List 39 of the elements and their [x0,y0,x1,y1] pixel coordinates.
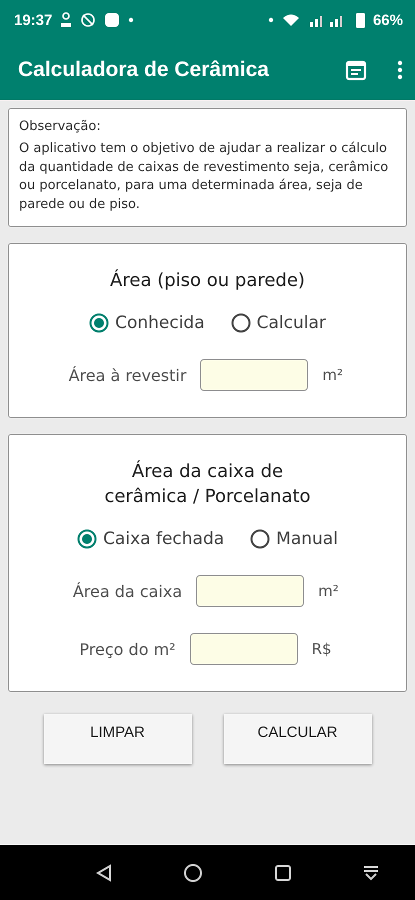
note-title: Observação: [19,119,102,134]
home-icon[interactable] [183,862,204,882]
recents-icon[interactable] [274,864,292,882]
note-text: O aplicativo tem o objetivo de ajudar a realizar o cálculo da quantidade de caixas de revestimento seja, cerâmico ou porcelanato, para uma determinada área, seja de parede ou de piso. [19,140,390,214]
field-label: Área à revestir [68,366,186,384]
battery-icon [356,12,365,28]
section-title: Área (piso ou parede) [110,268,305,293]
radio-button[interactable] [250,529,270,549]
radio-button[interactable] [77,529,98,549]
unit-label: m² [322,366,344,384]
radio-label[interactable]: Manual [276,529,338,549]
app-icon [104,12,120,28]
back-icon[interactable] [95,864,114,882]
radio-label[interactable]: Calcular [256,313,326,333]
action-button[interactable]: LIMPAR [44,714,192,764]
app-title: Calculadora de Cerâmica [18,58,270,82]
input-field[interactable] [200,359,308,391]
dot-icon [128,17,134,23]
wifi-icon [282,13,300,27]
field-label: Preço do m² [79,640,176,658]
unit-label: m² [318,582,340,600]
action-button[interactable]: CALCULAR [224,714,372,764]
section-title: Área da caixa de cerâmica / Porcelanato [104,459,311,509]
input-field[interactable] [190,633,298,665]
battery-level: 66% [372,12,403,28]
calendar-icon[interactable] [345,59,367,81]
field-label: Área da caixa [72,582,182,600]
dot-icon [268,17,274,23]
radio-label[interactable]: Caixa fechada [103,529,224,549]
keyboard-hide-icon[interactable] [362,864,380,882]
unit-label: R$ [312,640,333,658]
radio-button[interactable] [230,313,251,333]
location-icon [60,11,72,29]
sync-off-icon [80,12,96,28]
more-menu-icon[interactable] [397,60,403,80]
input-field[interactable] [196,575,304,607]
clock: 19:37 [14,12,52,28]
radio-label[interactable]: Conhecida [115,313,205,333]
radio-button[interactable] [89,313,110,333]
